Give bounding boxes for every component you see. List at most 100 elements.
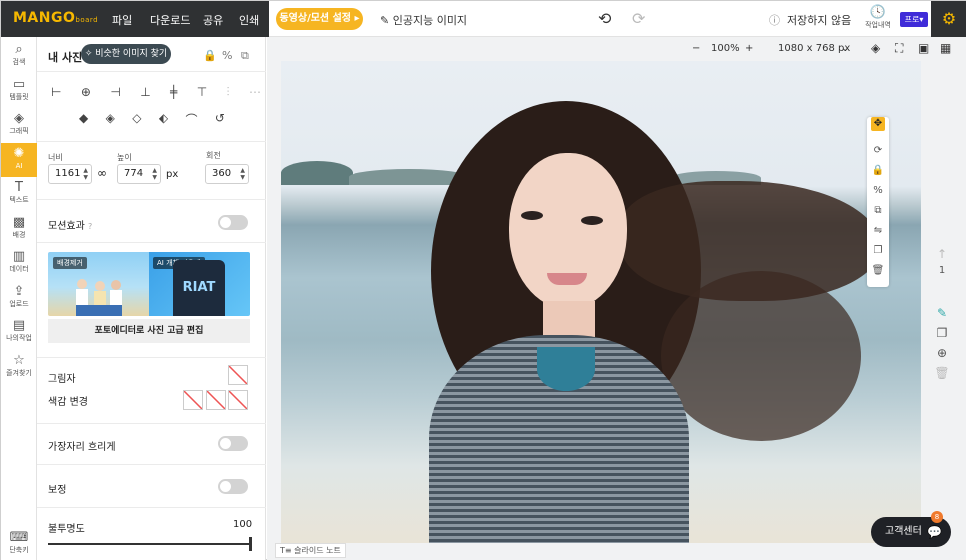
canvas-photo[interactable] (281, 61, 921, 543)
gear-icon[interactable]: ⚙ (931, 1, 966, 37)
delete-icon[interactable]: 🗑 (867, 261, 889, 281)
distribute-h-icon[interactable]: ⋯ (249, 85, 261, 100)
shadow-none-swatch[interactable] (228, 365, 248, 385)
help-icon[interactable]: ? (88, 222, 92, 231)
similar-image-button[interactable]: ✧ 비슷한 이미지 찾기 (81, 44, 171, 64)
zoom-out-button[interactable]: − (692, 43, 700, 54)
transparency-icon[interactable]: % (867, 181, 889, 201)
divider (37, 242, 266, 243)
guide-icon[interactable]: ▣ (918, 41, 929, 55)
zoom-level[interactable]: 100% (711, 43, 740, 54)
opacity-slider[interactable] (48, 537, 252, 551)
help-center-button[interactable]: 고객센터 💬 8 (871, 511, 951, 547)
mywork-icon: ▤ (12, 318, 26, 333)
align-top-icon[interactable]: ⊤ (197, 85, 207, 100)
send-backward-icon[interactable]: ◇ (132, 111, 141, 128)
notification-badge: 8 (931, 511, 943, 523)
grid-icon[interactable]: ▦ (940, 41, 951, 55)
color-swatch-2[interactable] (206, 390, 226, 410)
replace-icon[interactable]: ⟳ (867, 141, 889, 161)
rail-item-data[interactable]: ▥ 데이터 (1, 246, 37, 280)
divider (37, 507, 266, 508)
rail-item-text[interactable]: T 텍스트 (1, 177, 37, 211)
rail-item-mywork[interactable]: ▤ 나의작업 (1, 315, 37, 349)
rail-item-label: 텍스트 (9, 196, 29, 204)
fit-screen-icon[interactable]: ⛶ (895, 41, 903, 56)
lips (547, 273, 587, 285)
rotate-free-icon[interactable]: ↺ (215, 111, 225, 128)
stepper-icon[interactable]: ▲ ▼ (152, 167, 157, 181)
delete-page-icon[interactable]: 🗑 (927, 366, 957, 380)
island-left (281, 161, 353, 185)
motion-settings-button[interactable]: 동영상/모션 설정 ▸ (276, 8, 363, 30)
align-center-icon[interactable]: ⊕ (81, 85, 91, 100)
align-left-icon[interactable]: ⊢ (51, 85, 61, 100)
edge-blur-toggle[interactable] (218, 436, 248, 451)
can-image: RIAT (173, 260, 225, 316)
chevron-down-icon[interactable]: ⌄ (841, 43, 849, 54)
duplicate-icon[interactable]: ❐ (867, 241, 889, 261)
ai-image-button[interactable]: ✎ 인공지능 이미지 (380, 12, 467, 28)
mango-logo[interactable]: MANGOboard (13, 10, 98, 26)
bring-front-icon[interactable]: ◆ (79, 111, 88, 128)
rail-item-upload[interactable]: ⇪ 업로드 (1, 281, 37, 315)
transparency-icon[interactable]: % (222, 49, 232, 62)
rail-item-graphic[interactable]: ◈ 그래픽 (1, 108, 37, 142)
menu-print[interactable]: 인쇄 (239, 12, 259, 28)
motion-effect-toggle[interactable] (218, 215, 248, 230)
brush-icon[interactable]: ✎ (927, 306, 957, 320)
correction-toggle[interactable] (218, 479, 248, 494)
layers-icon[interactable]: ◈ (871, 41, 880, 55)
flip-icon[interactable]: ⇋ (867, 221, 889, 241)
data-icon: ▥ (12, 249, 26, 264)
rail-item-favorite[interactable]: ☆ 즐겨찾기 (1, 350, 37, 384)
lock-icon[interactable]: 🔒 (867, 161, 889, 181)
background-removal-promo[interactable]: 배경제거 (48, 252, 149, 316)
redo-icon[interactable]: ⟳ (632, 9, 645, 28)
rail-item-background[interactable]: ▩ 배경 (1, 212, 37, 246)
menu-share[interactable]: 공유 (203, 12, 223, 28)
bring-forward-icon[interactable]: ◈ (106, 111, 115, 128)
flip-icon[interactable]: ⌒ (186, 111, 198, 128)
align-bottom-icon[interactable]: ⊥ (140, 85, 150, 100)
send-back-icon[interactable]: ⬖ (159, 111, 168, 128)
page-up-icon[interactable]: ↑ (927, 247, 957, 261)
align-right-icon[interactable]: ⊣ (110, 85, 120, 100)
align-middle-icon[interactable]: ╪ (170, 85, 177, 100)
add-page-icon[interactable]: ⊕ (927, 346, 957, 360)
rotate-input[interactable]: 360 ▲ ▼ (205, 164, 249, 184)
crop-icon[interactable]: ⧉ (867, 201, 889, 221)
copy-page-icon[interactable]: ❐ (927, 326, 957, 340)
ai-image-label: 인공지능 이미지 (392, 14, 468, 27)
pro-badge[interactable]: 프로▾ (900, 12, 928, 27)
color-swatch-3[interactable] (228, 390, 248, 410)
canvas-size[interactable]: 1080 x 768 px (778, 43, 850, 54)
color-swatch-1[interactable] (183, 390, 203, 410)
inner-shirt (537, 347, 595, 391)
menu-download[interactable]: 다운로드 (150, 12, 190, 28)
rail-item-shortcut[interactable]: ⌨ 단축키 (1, 527, 37, 560)
move-icon[interactable]: ✥ (871, 117, 885, 131)
menu-file[interactable]: 파일 (112, 12, 132, 28)
rail-item-ai[interactable]: ✺ AI (1, 142, 37, 177)
rail-item-template[interactable]: ▭ 템플릿 (1, 74, 37, 108)
color-change-label: 색감 변경 (48, 397, 88, 408)
link-ratio-icon[interactable]: ∞ (97, 166, 107, 180)
height-input[interactable]: 774 ▲ ▼ (117, 164, 161, 184)
text-icon: T (15, 180, 23, 195)
zoom-in-button[interactable]: + (745, 43, 753, 54)
undo-icon[interactable]: ⟲ (598, 9, 611, 28)
rail-item-search[interactable]: ⌕ 검색 (1, 39, 37, 73)
opacity-slider-handle[interactable] (249, 537, 252, 551)
history-button[interactable]: 🕓 작업내역 (863, 5, 893, 30)
ai-promo-banner[interactable]: 배경제거 AI 개체 지우개 RIAT (48, 252, 250, 316)
lock-icon[interactable]: 🔒 (203, 49, 217, 62)
stepper-icon[interactable]: ▲ ▼ (83, 167, 88, 181)
crop-icon[interactable]: ⧉ (241, 49, 249, 63)
distribute-v-icon[interactable]: ⫶ (227, 85, 230, 100)
page-nav: ↑ 1 ✎ ❐ ⊕ 🗑 (927, 247, 957, 380)
photo-editor-button[interactable]: 포토에디터로 사진 고급 편집 (48, 319, 250, 343)
stepper-icon[interactable]: ▲ ▼ (240, 167, 245, 181)
width-input[interactable]: 1161 ▲ ▼ (48, 164, 92, 184)
slide-note-button[interactable]: T≡ 슬라이드 노트 (275, 543, 346, 558)
